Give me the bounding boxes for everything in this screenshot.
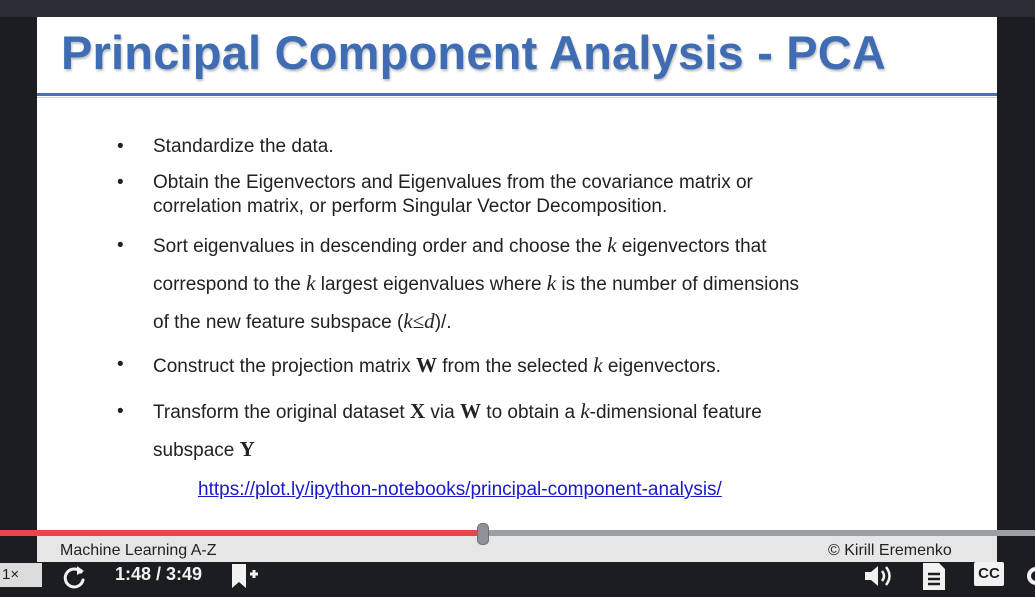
text-run: via	[425, 402, 461, 423]
bullet-dot: •	[117, 235, 124, 256]
text-run: is the number of dimensions	[556, 274, 800, 295]
bullet-line: Construct the projection matrix W from t…	[153, 353, 953, 379]
text-run: correspond to the	[153, 274, 307, 295]
text-run: largest eigenvalues where	[315, 274, 547, 295]
bullet-text: Transform the original dataset X via W t…	[153, 393, 953, 469]
text-run: from the selected	[436, 356, 594, 377]
bullet-dot: •	[117, 172, 124, 193]
math-symbol: k	[546, 271, 557, 295]
text-run: of the new feature subspace (	[153, 312, 404, 333]
text-run: )/.	[434, 312, 452, 333]
slide: Principal Component Analysis - PCA • Sta…	[37, 17, 997, 547]
math-symbol: k	[607, 233, 617, 257]
bullet-dot: •	[117, 354, 124, 375]
footer-copyright: © Kirill Eremenko	[828, 542, 952, 559]
text-run: to obtain a	[481, 402, 581, 423]
text-run: Obtain the Eigenvectors and Eigenvalues …	[153, 172, 753, 193]
volume-icon[interactable]	[862, 562, 894, 590]
text-run: Standardize the data.	[153, 136, 334, 157]
matrix-symbol: Y	[239, 437, 255, 461]
bullet-text: Standardize the data.	[153, 135, 953, 159]
settings-icon[interactable]	[1026, 562, 1035, 590]
bullet-line: correspond to the k largest eigenvalues …	[153, 265, 953, 303]
bullet-line: Sort eigenvalues in descending order and…	[153, 227, 953, 265]
text-run: correlation matrix, or perform Singular …	[153, 196, 668, 217]
transcript-icon[interactable]	[920, 560, 948, 592]
bullet-text: Sort eigenvalues in descending order and…	[153, 227, 953, 341]
math-symbol: k	[593, 353, 603, 377]
bullet-line: Transform the original dataset X via W t…	[153, 393, 953, 431]
matrix-symbol: W	[415, 353, 437, 377]
text-run: Sort eigenvalues in descending order and…	[153, 236, 608, 257]
bullet-line: correlation matrix, or perform Singular …	[153, 195, 953, 219]
title-rule-shadow	[37, 97, 997, 98]
bullet-line: Standardize the data.	[153, 135, 953, 159]
rewind-icon[interactable]	[60, 563, 88, 591]
bullet-text: Construct the projection matrix W from t…	[153, 353, 953, 379]
playback-speed-button[interactable]: 1×	[0, 563, 42, 587]
bullet-line: of the new feature subspace (k≤d)/.	[153, 303, 953, 341]
math-symbol: k≤d	[403, 309, 435, 333]
reference-link[interactable]: https://plot.ly/ipython-notebooks/princi…	[198, 479, 722, 501]
bullet-line: subspace Y	[153, 431, 953, 469]
bullet-dot: •	[117, 401, 124, 422]
text-run: Transform the original dataset	[153, 402, 410, 423]
slide-title: Principal Component Analysis - PCA	[61, 26, 887, 79]
top-bar	[0, 0, 1035, 17]
text-run: Construct the projection matrix	[153, 356, 416, 377]
text-run: -dimensional feature	[589, 402, 762, 423]
bullet-line: Obtain the Eigenvectors and Eigenvalues …	[153, 171, 953, 195]
title-rule	[37, 93, 997, 96]
bookmark-add-icon[interactable]	[228, 560, 260, 592]
footer-course-name: Machine Learning A-Z	[60, 542, 217, 559]
time-display: 1:48 / 3:49	[115, 564, 203, 584]
matrix-symbol: W	[460, 399, 482, 423]
bullet-text: Obtain the Eigenvectors and Eigenvalues …	[153, 171, 953, 219]
text-run: subspace	[153, 440, 240, 461]
bullet-dot: •	[117, 136, 124, 157]
text-run: eigenvectors that	[616, 236, 767, 257]
progress-handle[interactable]	[477, 523, 489, 545]
text-run: eigenvectors.	[602, 356, 721, 377]
math-symbol: k	[580, 399, 590, 423]
captions-button[interactable]: CC	[974, 562, 1004, 586]
matrix-symbol: X	[409, 399, 426, 423]
progress-fill	[0, 530, 481, 536]
